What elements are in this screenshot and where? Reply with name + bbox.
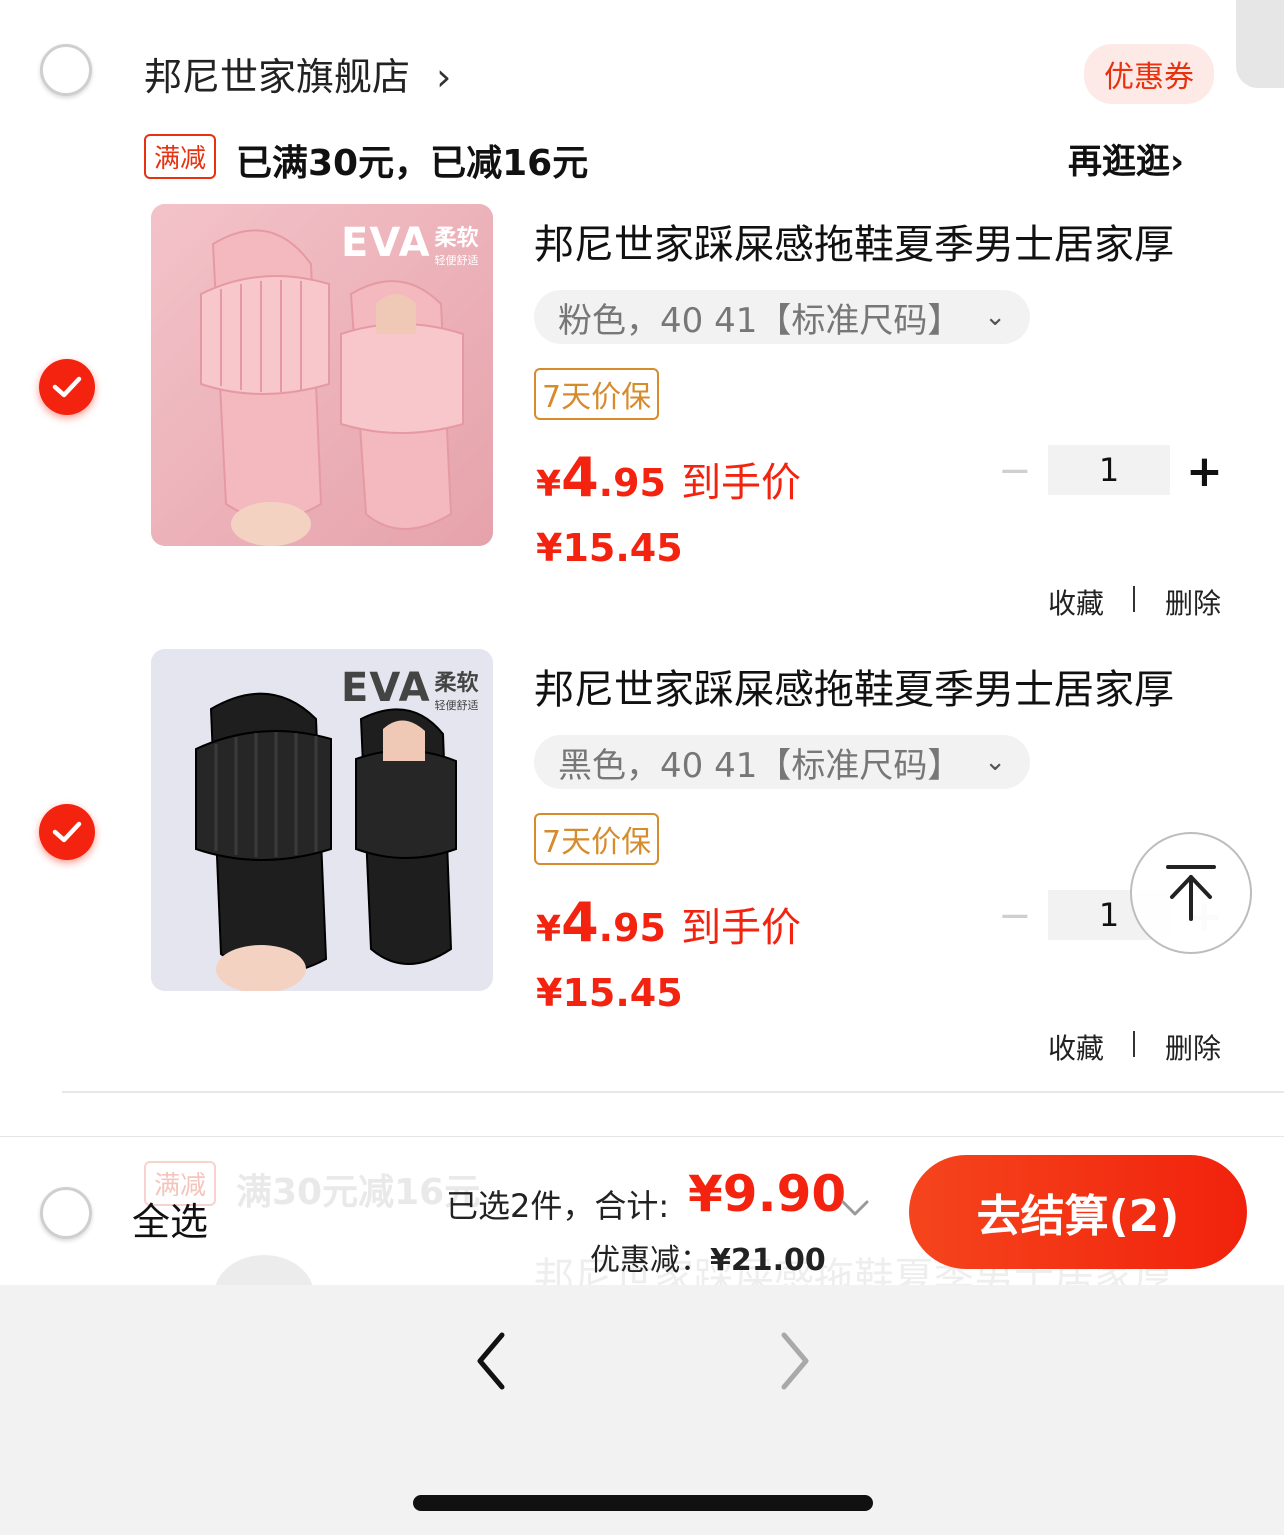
- sku-selector[interactable]: 粉色，40 41【标准尺码】 ⌄: [534, 290, 1030, 344]
- chevron-right-icon: ›: [1170, 142, 1185, 182]
- price-int: 4: [561, 446, 599, 509]
- link-divider: [1133, 1031, 1135, 1057]
- quantity-input[interactable]: 1: [1048, 445, 1170, 495]
- home-indicator: [413, 1495, 873, 1511]
- sku-text: 粉色，40 41【标准尺码】: [558, 300, 962, 341]
- eva-sub: 轻便舒适: [434, 254, 479, 267]
- faded-promo-text: 满30元减16元: [236, 1172, 481, 1213]
- chevron-down-icon[interactable]: [840, 1199, 870, 1221]
- original-price: ¥15.45: [536, 971, 683, 1015]
- item-select-radio-checked[interactable]: [39, 359, 95, 415]
- select-all-label[interactable]: 全选: [132, 1191, 208, 1246]
- price-symbol: ¥: [536, 464, 562, 505]
- coupon-button[interactable]: 优惠券: [1084, 44, 1214, 104]
- price-symbol: ¥: [536, 909, 562, 950]
- product-title[interactable]: 邦尼世家踩屎感拖鞋夏季男士居家厚: [534, 212, 1174, 270]
- store-name: 邦尼世家旗舰店: [144, 55, 411, 99]
- eva-badge: EVA 柔软 轻便舒适: [341, 220, 479, 268]
- forward-nav-button[interactable]: [772, 1329, 816, 1393]
- price-suffix: 到手价: [681, 460, 802, 506]
- chevron-left-icon: [477, 1332, 505, 1390]
- price-guarantee-badge: 7天价保: [534, 368, 660, 420]
- sku-text: 黑色，40 41【标准尺码】: [558, 745, 962, 786]
- product-image[interactable]: EVA 柔软 轻便舒适: [151, 649, 493, 991]
- select-all-radio[interactable]: [40, 1187, 92, 1239]
- eva-text: EVA: [341, 665, 431, 711]
- store-name-link[interactable]: 邦尼世家旗舰店 ›: [144, 46, 451, 101]
- chevron-down-icon: ⌄: [984, 302, 1006, 332]
- check-icon: [52, 821, 82, 843]
- expand-details-icon: [841, 1200, 869, 1216]
- discount-row: 优惠减：¥21.00: [590, 1235, 826, 1279]
- final-price: ¥4.95 到手价: [536, 891, 801, 954]
- discount-value: ¥21.00: [710, 1243, 826, 1278]
- delete-link[interactable]: 删除: [1165, 1027, 1221, 1067]
- eva-text: EVA: [341, 220, 431, 266]
- browser-nav-bar: [0, 1285, 1284, 1535]
- chevron-right-icon: ›: [436, 55, 452, 99]
- eva-cn: 柔软: [434, 671, 479, 696]
- promo-tag: 满减: [144, 134, 217, 179]
- quantity-minus-button[interactable]: −: [998, 893, 1032, 939]
- side-tab-edge: [1236, 0, 1284, 88]
- total-price: ¥9.90: [688, 1165, 847, 1223]
- price-suffix: 到手价: [681, 905, 802, 951]
- chevron-right-icon: [781, 1332, 809, 1390]
- eva-cn: 柔软: [434, 226, 479, 251]
- original-price: ¥15.45: [536, 526, 683, 570]
- favorite-link[interactable]: 收藏: [1048, 1027, 1104, 1067]
- price-int: 4: [561, 891, 599, 954]
- back-to-top-button[interactable]: [1130, 832, 1252, 954]
- final-price: ¥4.95 到手价: [536, 446, 801, 509]
- link-divider: [1133, 586, 1135, 612]
- sku-selector[interactable]: 黑色，40 41【标准尺码】 ⌄: [534, 735, 1030, 789]
- price-dec: .95: [598, 461, 666, 505]
- quantity-plus-button[interactable]: +: [1186, 446, 1223, 497]
- browse-more-link[interactable]: 再逛逛›: [1068, 134, 1184, 183]
- check-icon: [52, 376, 82, 398]
- eva-cn-group: 柔软 轻便舒适: [435, 220, 479, 268]
- browse-label: 再逛逛: [1068, 142, 1170, 182]
- back-nav-button[interactable]: [470, 1329, 514, 1393]
- product-image[interactable]: EVA 柔软 轻便舒适: [151, 204, 493, 546]
- section-divider: [62, 1091, 1284, 1093]
- eva-badge: EVA 柔软 轻便舒适: [341, 665, 479, 713]
- store-select-radio[interactable]: [40, 44, 92, 96]
- product-title[interactable]: 邦尼世家踩屎感拖鞋夏季男士居家厚: [534, 657, 1174, 715]
- eva-cn-group: 柔软 轻便舒适: [435, 665, 479, 713]
- faded-product-thumb: [214, 1255, 314, 1286]
- favorite-link[interactable]: 收藏: [1048, 582, 1104, 622]
- checkout-bar: 满减 满30元减16元 邦尼世家踩屎感拖鞋夏季男士居家厚 全选 已选2件，合计:…: [0, 1136, 1284, 1286]
- arrow-up-to-top-icon: [1166, 865, 1216, 921]
- quantity-minus-button[interactable]: −: [998, 448, 1032, 494]
- price-guarantee-badge: 7天价保: [534, 813, 660, 865]
- checkout-button[interactable]: 去结算(2): [909, 1155, 1247, 1269]
- discount-label: 优惠减：: [590, 1243, 710, 1278]
- price-dec: .95: [598, 906, 666, 950]
- eva-sub: 轻便舒适: [434, 699, 479, 712]
- selected-count-label: 已选2件，合计:: [446, 1187, 670, 1225]
- item-select-radio-checked[interactable]: [39, 804, 95, 860]
- promo-text: 已满30元，已减16元: [236, 143, 589, 184]
- delete-link[interactable]: 删除: [1165, 582, 1221, 622]
- chevron-down-icon: ⌄: [984, 747, 1006, 777]
